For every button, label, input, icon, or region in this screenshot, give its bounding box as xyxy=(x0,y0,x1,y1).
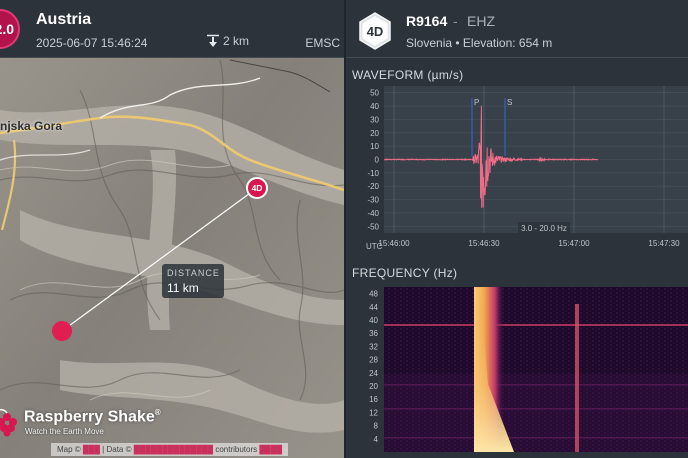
waveform-y-tick: 0 xyxy=(375,156,380,165)
waveform-y-tick: -10 xyxy=(367,169,379,178)
utc-label: UTC xyxy=(366,242,383,251)
waveform-title: WAVEFORM (µm/s) xyxy=(352,68,464,82)
down-arrow-icon xyxy=(207,34,219,47)
attribution-map-link[interactable]: ███ xyxy=(83,445,100,454)
waveform-y-tick: -20 xyxy=(367,182,379,191)
spectrogram-y-tick: 20 xyxy=(369,382,378,391)
spectrogram-y-ticks: 48 44 40 36 32 28 24 20 16 12 8 4 xyxy=(369,290,378,444)
event-depth: 2 km xyxy=(206,34,249,48)
spectrogram-y-tick: 48 xyxy=(369,290,378,299)
waveform-x-tick: 15:47:30 xyxy=(648,239,680,248)
station-marker[interactable]: 4D xyxy=(246,177,268,199)
station-separator: - xyxy=(453,13,458,29)
waveform-y-tick: -30 xyxy=(367,196,379,205)
epicenter-marker[interactable] xyxy=(52,321,72,341)
raspberry-shake-logo-icon xyxy=(0,408,17,437)
map-attribution: Map © ███ | Data © ██████████████ contri… xyxy=(51,443,289,456)
waveform-x-tick: 15:46:30 xyxy=(468,239,500,248)
s-wave-label: S xyxy=(507,98,512,107)
magnitude-value: 2.0 xyxy=(0,21,14,37)
event-region: Austria xyxy=(36,11,92,28)
event-depth-value: 2 km xyxy=(223,34,250,48)
waveform-y-tick: 50 xyxy=(370,89,379,98)
magnitude-badge: 2.0 xyxy=(0,9,20,49)
attribution-extra-link[interactable]: ████ xyxy=(259,445,282,454)
spectrogram-chart[interactable]: 48 44 40 36 32 28 24 20 16 12 8 4 xyxy=(346,284,688,458)
station-marker-label: 4D xyxy=(251,183,263,193)
spectrogram-y-tick: 44 xyxy=(369,303,378,312)
waveform-unit: (µm/s) xyxy=(427,68,464,82)
station-code: R9164 xyxy=(406,13,448,29)
spectrogram-y-tick: 28 xyxy=(369,356,378,365)
spectrogram-y-tick: 24 xyxy=(369,369,378,378)
spectrogram-y-tick: 36 xyxy=(369,329,378,338)
event-map-panel: 2.0 Austria 2025-06-07 15:46:24 2 km EMS… xyxy=(0,0,344,458)
filter-label: 3.0 - 20.0 Hz xyxy=(521,224,567,233)
station-badge-label: 4D xyxy=(367,24,384,39)
station-location: Slovenia • Elevation: 654 m xyxy=(406,36,553,50)
terrain-map[interactable] xyxy=(0,0,344,458)
waveform-x-ticks: 15:46:00 15:46:30 15:47:00 15:47:30 xyxy=(378,239,680,248)
spectrogram-y-tick: 32 xyxy=(369,342,378,351)
waveform-y-tick: 20 xyxy=(370,129,379,138)
attribution-data: | Data © xyxy=(102,445,132,454)
spectrogram-y-tick: 40 xyxy=(369,316,378,325)
attribution-data-link[interactable]: ██████████████ xyxy=(134,445,213,454)
distance-label: DISTANCE xyxy=(167,268,220,278)
waveform-chart[interactable]: 50403020100-10-20-30-40-50 15:46:00 15:46… xyxy=(346,84,688,254)
raspberry-shake-logo[interactable]: Raspberry Shake® Watch the Earth Move xyxy=(0,406,170,440)
waveform-y-tick: -50 xyxy=(367,222,379,231)
waveform-y-ticks: 50 40 30 20 10 0 -10 -20 -30 -40 -50 xyxy=(367,89,379,232)
attribution-contributors: contributors xyxy=(215,445,258,454)
distance-tooltip: DISTANCE 11 km xyxy=(162,264,224,298)
attribution-map: Map © xyxy=(57,445,81,454)
spectrogram-y-tick: 16 xyxy=(369,395,378,404)
station-panel: 4D R9164 - EHZ Slovenia • Elevation: 654… xyxy=(346,0,688,458)
event-datetime: 2025-06-07 15:46:24 xyxy=(36,36,148,50)
spectrogram-y-tick: 8 xyxy=(374,422,379,431)
waveform-y-tick: -40 xyxy=(367,209,379,218)
station-hexagon-badge: 4D xyxy=(359,12,391,50)
frequency-unit: (Hz) xyxy=(433,266,458,280)
waveform-y-tick: 10 xyxy=(370,142,379,151)
station-header: 4D R9164 - EHZ Slovenia • Elevation: 654… xyxy=(346,0,688,58)
frequency-title: FREQUENCY (Hz) xyxy=(352,266,458,280)
event-source: EMSC xyxy=(305,36,340,50)
map-place-label: njska Gora xyxy=(0,119,63,133)
spectrogram-y-tick: 4 xyxy=(374,435,379,444)
waveform-y-tick: 30 xyxy=(370,115,379,124)
waveform-y-tick: 40 xyxy=(370,102,379,111)
distance-value: 11 km xyxy=(167,281,199,295)
brand-tagline: Watch the Earth Move xyxy=(25,427,104,436)
p-wave-label: P xyxy=(474,98,479,107)
brand-name: Raspberry Shake® xyxy=(24,408,161,426)
waveform-x-tick: 15:46:00 xyxy=(378,239,410,248)
event-header: 2.0 Austria 2025-06-07 15:46:24 2 km EMS… xyxy=(0,0,344,58)
waveform-x-tick: 15:47:00 xyxy=(558,239,590,248)
spectrogram-y-tick: 12 xyxy=(369,408,378,417)
station-channel: EHZ xyxy=(467,13,495,29)
spectrogram-secondary-band xyxy=(575,304,579,452)
trademark-symbol: ® xyxy=(154,408,161,417)
